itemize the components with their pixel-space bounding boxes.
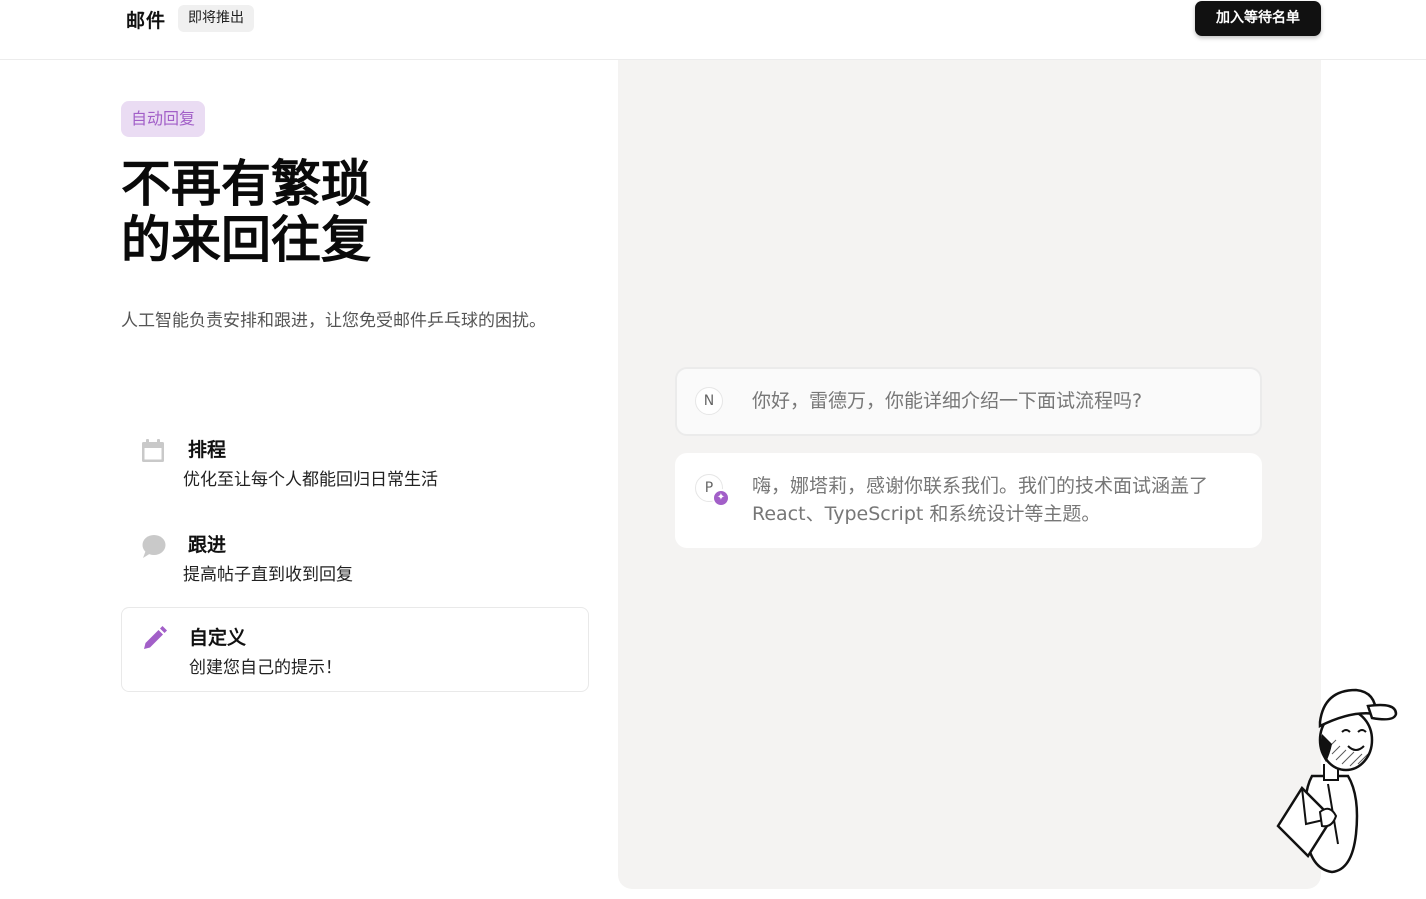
page-subtitle: 人工智能负责安排和跟进，让您免受邮件乒乓球的困扰。: [121, 311, 546, 331]
coming-soon-badge: 即将推出: [178, 5, 254, 32]
headline-line-1: 不再有繁琐: [121, 155, 371, 213]
feature-item-custom[interactable]: 自定义 创建您自己的提示！: [121, 607, 589, 692]
calendar-icon: [140, 438, 166, 464]
message-card: P ✦ 嗨，娜塔莉，感谢你联系我们。我们的技术面试涵盖了 React、TypeS…: [675, 453, 1262, 548]
feature-title: 跟进: [188, 534, 227, 556]
brand-logo[interactable]: 邮件: [126, 6, 166, 33]
pencil-icon: [141, 626, 167, 652]
feature-title: 排程: [188, 439, 227, 461]
feature-description: 优化至让每个人都能回归日常生活: [183, 470, 438, 490]
feature-item-scheduling[interactable]: 排程 优化至让每个人都能回归日常生活: [121, 420, 589, 505]
message-card: N 你好，雷德万，你能详细介绍一下面试流程吗?: [675, 367, 1262, 436]
join-waitlist-button[interactable]: 加入等待名单: [1195, 1, 1321, 36]
feature-item-follow-up[interactable]: 跟进 提高帖子直到收到回复: [121, 515, 589, 600]
avatar: N: [695, 387, 723, 415]
mail-carrier-illustration: [1272, 684, 1400, 876]
top-bar: 邮件 即将推出 加入等待名单: [0, 0, 1426, 60]
feature-description: 提高帖子直到收到回复: [183, 565, 353, 585]
feature-tag: 自动回复: [121, 101, 206, 137]
feature-title: 自定义: [189, 627, 247, 649]
message-text: 你好，雷德万，你能详细介绍一下面试流程吗?: [752, 390, 1143, 412]
sparkle-icon: ✦: [712, 489, 730, 507]
headline-line-2: 的来回往复: [121, 211, 371, 269]
message-text: 嗨，娜塔莉，感谢你联系我们。我们的技术面试涵盖了 React、TypeScrip…: [752, 475, 1209, 525]
conversation-panel: N 你好，雷德万，你能详细介绍一下面试流程吗? P ✦ 嗨，娜塔莉，感谢你联系我…: [618, 60, 1321, 889]
page-title: 不再有繁琐 的来回往复: [121, 156, 591, 268]
chat-bubble-icon: [140, 533, 166, 559]
feature-description: 创建您自己的提示！: [189, 658, 342, 678]
